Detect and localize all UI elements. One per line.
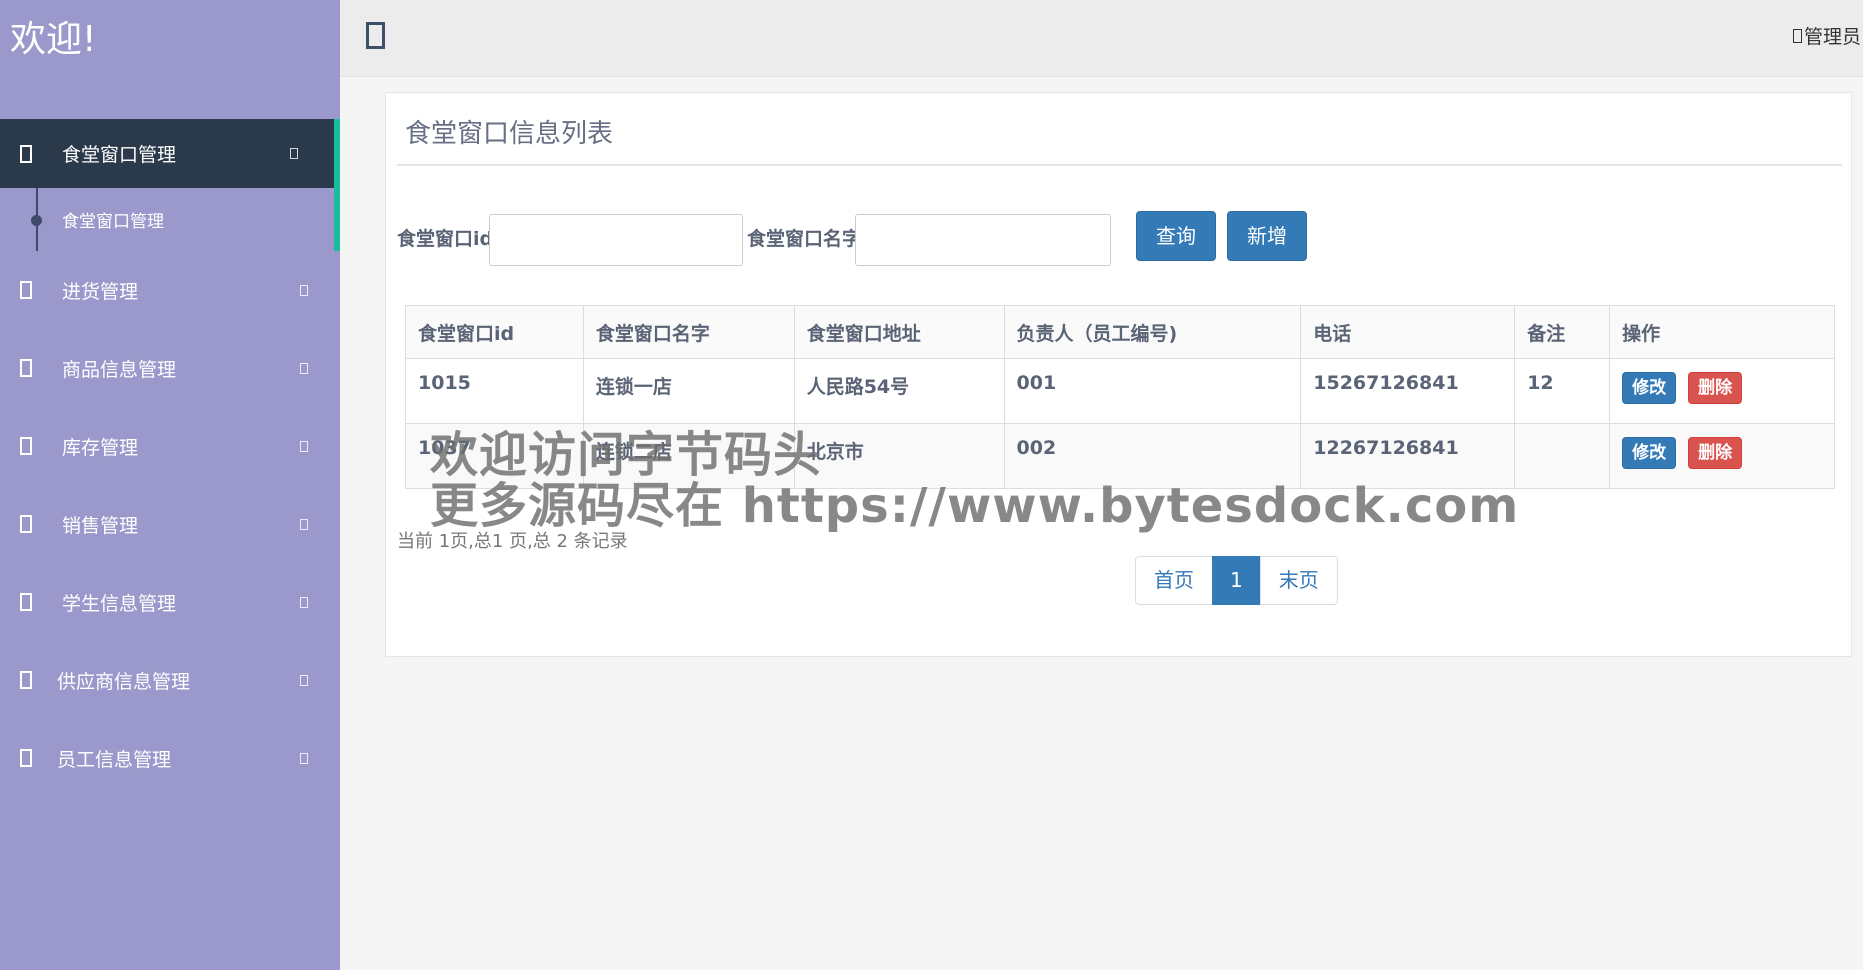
actions-cell: 修改 删除 <box>1609 358 1835 424</box>
current-page-link[interactable]: 1 <box>1212 556 1261 605</box>
sidebar-item-label: 食堂窗口管理 <box>62 144 177 166</box>
menu-icon <box>20 749 32 767</box>
sidebar-item-suppliers[interactable]: 供应商信息管理 <box>0 641 340 719</box>
edit-button[interactable]: 修改 <box>1622 372 1677 404</box>
sidebar-item-label: 商品信息管理 <box>62 358 177 381</box>
table-row: 1037 连锁二店 北京市 002 12267126841 修改 删除 <box>405 423 1835 489</box>
column-header: 食堂窗口地址 <box>793 305 1005 359</box>
table-cell: 15267126841 <box>1300 358 1516 424</box>
sidebar-item-window-management[interactable]: 食堂窗口管理 <box>0 119 340 188</box>
first-page-link[interactable]: 首页 <box>1135 556 1213 605</box>
sidebar: 欢迎! 食堂窗口管理 食堂窗口管理 进货管理 商品信息管理 库存管理 销售管理 … <box>0 0 340 970</box>
table-cell <box>1514 423 1611 489</box>
page-title: 食堂窗口信息列表 <box>405 119 614 149</box>
user-icon <box>1792 28 1802 43</box>
delete-button[interactable]: 删除 <box>1688 372 1743 404</box>
chevron-icon <box>300 518 308 530</box>
sidebar-item-students[interactable]: 学生信息管理 <box>0 563 340 641</box>
search-form: 食堂窗口id: 食堂窗口名字: 查询 新增 <box>397 211 1837 266</box>
sidebar-item-label: 进货管理 <box>62 280 139 303</box>
sidebar-item-label: 员工信息管理 <box>57 748 172 771</box>
column-header: 食堂窗口名字 <box>582 305 795 359</box>
last-page-link[interactable]: 末页 <box>1259 556 1338 605</box>
user-label: 管理员 <box>1803 26 1861 48</box>
menu-icon <box>20 515 32 533</box>
menu-icon <box>20 437 32 455</box>
menu-icon <box>20 593 32 611</box>
window-name-label: 食堂窗口名字: <box>747 228 869 250</box>
window-id-input[interactable] <box>489 214 743 266</box>
actions-cell: 修改 删除 <box>1609 423 1835 489</box>
window-table: 食堂窗口id 食堂窗口名字 食堂窗口地址 负责人（员工编号) 电话 备注 操作 … <box>405 305 1835 489</box>
sidebar-item-label: 库存管理 <box>62 436 139 459</box>
menu-icon <box>20 144 32 163</box>
table-cell: 12 <box>1514 358 1611 424</box>
top-header: 管理员 <box>340 0 1863 77</box>
chevron-icon <box>300 752 308 764</box>
table-cell: 连锁二店 <box>582 423 795 489</box>
sidebar-item-label: 学生信息管理 <box>62 592 177 615</box>
table-cell: 12267126841 <box>1300 423 1516 489</box>
tree-dot-icon <box>31 215 42 226</box>
sidebar-item-label: 供应商信息管理 <box>57 670 191 693</box>
menu-toggle-icon[interactable] <box>366 22 385 49</box>
menu-icon <box>20 359 32 377</box>
table-cell: 1015 <box>405 358 584 424</box>
column-header: 食堂窗口id <box>405 305 584 359</box>
menu-icon <box>20 671 32 689</box>
chevron-icon <box>300 596 308 608</box>
table-header-row: 食堂窗口id 食堂窗口名字 食堂窗口地址 负责人（员工编号) 电话 备注 操作 <box>405 305 1835 359</box>
query-button[interactable]: 查询 <box>1136 211 1216 261</box>
sidebar-item-employees[interactable]: 员工信息管理 <box>0 719 340 797</box>
menu-icon <box>20 281 32 299</box>
sidebar-item-purchase[interactable]: 进货管理 <box>0 251 340 329</box>
welcome-title: 欢迎! <box>10 19 97 60</box>
column-header: 负责人（员工编号) <box>1003 305 1302 359</box>
table-cell: 1037 <box>405 423 584 489</box>
window-name-input[interactable] <box>855 214 1111 266</box>
delete-button[interactable]: 删除 <box>1688 437 1743 469</box>
user-menu[interactable]: 管理员 <box>1792 22 1861 49</box>
chevron-icon <box>300 440 308 452</box>
sidebar-subitem-window-management[interactable]: 食堂窗口管理 <box>0 188 340 251</box>
divider <box>397 164 1842 166</box>
chevron-icon <box>300 362 308 374</box>
chevron-icon <box>300 674 308 686</box>
sidebar-item-goods[interactable]: 商品信息管理 <box>0 329 340 407</box>
table-cell: 北京市 <box>793 423 1005 489</box>
window-id-label: 食堂窗口id: <box>397 228 501 250</box>
table-cell: 001 <box>1003 358 1302 424</box>
edit-button[interactable]: 修改 <box>1622 437 1677 469</box>
table-cell: 002 <box>1003 423 1302 489</box>
table-row: 1015 连锁一店 人民路54号 001 15267126841 12 修改 删… <box>405 358 1835 424</box>
column-header: 电话 <box>1300 305 1516 359</box>
sidebar-subitem-label: 食堂窗口管理 <box>62 212 164 232</box>
pagination-info: 当前 1页,总1 页,总 2 条记录 <box>397 531 628 552</box>
table-cell: 连锁一店 <box>582 358 795 424</box>
chevron-icon <box>290 148 298 159</box>
content-panel: 食堂窗口信息列表 食堂窗口id: 食堂窗口名字: 查询 新增 食堂窗口id 食堂… <box>385 92 1852 657</box>
add-button[interactable]: 新增 <box>1227 211 1307 261</box>
column-header: 操作 <box>1609 305 1835 359</box>
pagination: 首页 1 末页 <box>1135 556 1338 605</box>
chevron-icon <box>300 284 308 296</box>
sidebar-item-sales[interactable]: 销售管理 <box>0 485 340 563</box>
column-header: 备注 <box>1514 305 1611 359</box>
sidebar-item-label: 销售管理 <box>62 514 139 537</box>
table-cell: 人民路54号 <box>793 358 1005 424</box>
sidebar-item-inventory[interactable]: 库存管理 <box>0 407 340 485</box>
